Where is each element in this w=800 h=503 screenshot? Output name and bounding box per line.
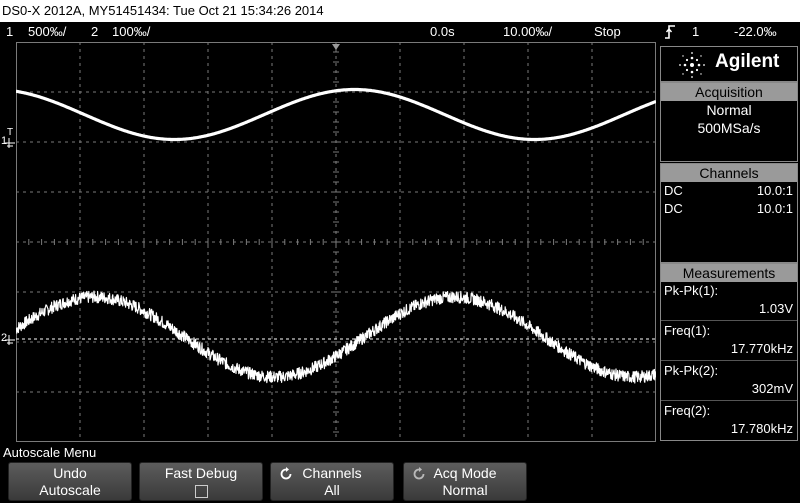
- agilent-spark-icon: [679, 52, 705, 78]
- measurement-label: Pk-Pk(1):: [664, 283, 719, 298]
- fast-debug-button[interactable]: Fast Debug: [139, 462, 263, 501]
- undo-autoscale-button[interactable]: Undo Autoscale: [8, 462, 132, 501]
- softkey-sublabel: Normal: [442, 482, 488, 498]
- time-delay[interactable]: 0.0s: [430, 22, 455, 42]
- channel-row: DC 10.0:1: [661, 200, 797, 218]
- ch2-number[interactable]: 2: [91, 22, 98, 42]
- acquisition-mode: Normal: [706, 102, 752, 118]
- measurement-value: 17.770kHz: [730, 341, 793, 356]
- graticule-grid: [16, 42, 656, 442]
- ch1-number[interactable]: 1: [6, 22, 13, 42]
- ground-arrow-icon: [5, 138, 15, 148]
- measurement-label: Freq(2):: [664, 403, 711, 418]
- measurements-header: Measurements: [661, 264, 797, 282]
- sample-rate: 500MSa/s: [697, 120, 761, 136]
- measurement-label: Pk-Pk(2):: [664, 363, 719, 378]
- measurement-value: 1.03V: [759, 301, 793, 316]
- divider: [661, 400, 797, 401]
- graticule-svg: [16, 42, 656, 442]
- channel-probe: 10.0:1: [756, 183, 793, 198]
- window-title-bar: DS0-X 2012A, MY51451434: Tue Oct 21 15:3…: [0, 0, 800, 22]
- waveform-display[interactable]: [16, 42, 656, 442]
- softkey-sublabel: Autoscale: [39, 482, 101, 498]
- divider: [661, 320, 797, 321]
- right-info-panel: Agilent Acquisition Normal 500MSa/s Chan…: [658, 42, 800, 442]
- softkey-label: Fast Debug: [164, 465, 238, 481]
- softkey-sublabel: All: [324, 482, 340, 498]
- checkbox-icon[interactable]: [194, 484, 208, 498]
- ch1-scale[interactable]: 500‰/: [28, 22, 66, 42]
- channels-panel: Channels DC 10.0:1 DC 10.0:1: [660, 163, 798, 263]
- softkey-menu: Autoscale Menu Undo Autoscale Fast Debug…: [0, 444, 800, 503]
- window-title: DS0-X 2012A, MY51451434: Tue Oct 21 15:3…: [2, 3, 324, 18]
- status-line: 1 500‰/ 2 100‰/ 0.0s 10.00‰/ Stop 1 -22.…: [0, 22, 800, 42]
- ch2-ground-marker[interactable]: 2: [0, 332, 16, 347]
- brand-name: Agilent: [715, 51, 780, 72]
- acquisition-header: Acquisition: [661, 83, 797, 101]
- softkey-label: Channels: [302, 465, 362, 481]
- channels-select-button[interactable]: Channels All: [270, 462, 394, 501]
- run-state[interactable]: Stop: [594, 22, 621, 42]
- acq-mode-button[interactable]: Acq Mode Normal: [403, 462, 527, 501]
- trigger-level[interactable]: -22.0‰: [734, 22, 777, 42]
- menu-title: Autoscale Menu: [3, 445, 97, 460]
- measurement-value: 17.780kHz: [730, 421, 793, 436]
- time-scale[interactable]: 10.00‰/: [503, 22, 552, 42]
- ch1-ground-marker[interactable]: 1: [0, 135, 16, 150]
- channels-header: Channels: [661, 164, 797, 182]
- ground-arrow-icon: [5, 335, 15, 345]
- softkey-label: Undo: [53, 465, 87, 481]
- channel-probe: 10.0:1: [756, 201, 793, 216]
- agilent-logo: Agilent: [660, 46, 798, 82]
- measurement-label: Freq(1):: [664, 323, 711, 338]
- measurement-value: 302mV: [751, 381, 793, 396]
- channel-coupling: DC: [664, 183, 683, 198]
- channel-row: DC 10.0:1: [661, 182, 797, 200]
- trigger-position-marker: [332, 44, 340, 50]
- channel-coupling: DC: [664, 201, 683, 216]
- ch2-scale[interactable]: 100‰/: [112, 22, 150, 42]
- measurements-panel: Measurements Pk-Pk(1): 1.03V Freq(1): 17…: [660, 263, 798, 441]
- acquisition-panel: Acquisition Normal 500MSa/s: [660, 82, 798, 162]
- divider: [661, 360, 797, 361]
- softkey-label: Acq Mode: [433, 465, 497, 481]
- trigger-source[interactable]: 1: [692, 22, 699, 42]
